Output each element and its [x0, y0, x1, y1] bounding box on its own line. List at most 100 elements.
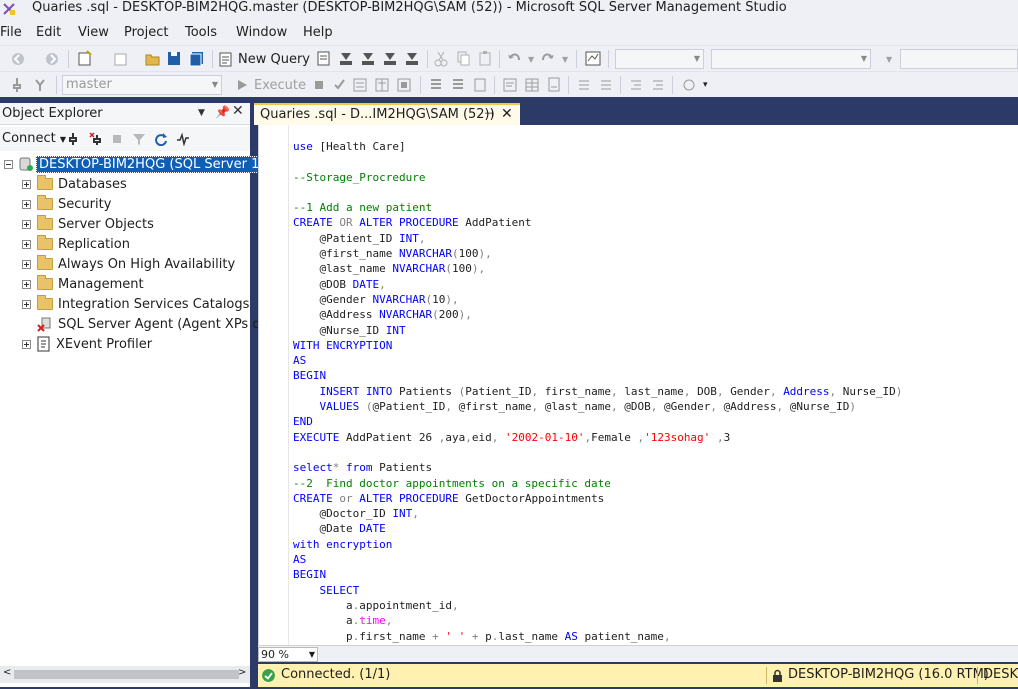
toolbar-dropdown-icon[interactable]: ▼ — [886, 49, 892, 69]
undo-icon[interactable] — [506, 49, 522, 69]
scrollbar-thumb[interactable] — [14, 670, 239, 679]
code-line[interactable]: END — [293, 414, 902, 429]
stop-icon[interactable] — [110, 132, 124, 146]
new-project-icon[interactable] — [76, 49, 94, 69]
tree-node-always-on[interactable]: Always On High Availability — [22, 254, 235, 274]
tree-node-databases[interactable]: Databases — [22, 174, 127, 194]
display-estimated-plan-icon[interactable] — [352, 75, 368, 95]
code-line[interactable]: @Date DATE — [293, 521, 902, 536]
save-icon[interactable] — [166, 49, 182, 69]
comment-out-icon[interactable] — [576, 75, 592, 95]
query-document-tab[interactable]: Quaries .sql - D...IM2HQG\SAM (52)) ⊣ ✕ — [254, 103, 520, 125]
cut-icon[interactable] — [433, 49, 449, 69]
menu-view[interactable]: View — [78, 24, 109, 42]
results-to-file-icon[interactable] — [546, 75, 562, 95]
ssms-app-icon[interactable] — [2, 2, 16, 16]
change-connection-icon[interactable] — [32, 75, 48, 95]
code-line[interactable]: with encryption — [293, 537, 902, 552]
forward-icon[interactable] — [44, 49, 60, 69]
code-line[interactable]: --2 Find doctor appointments on a specif… — [293, 476, 902, 491]
code-line[interactable]: select* from Patients — [293, 460, 902, 475]
live-query-stats-icon[interactable] — [450, 75, 466, 95]
parse-icon[interactable] — [332, 75, 346, 95]
code-line[interactable]: VALUES (@Patient_ID, @first_name, @last_… — [293, 399, 902, 414]
include-actual-plan-icon[interactable] — [428, 75, 444, 95]
menu-help[interactable]: Help — [303, 24, 333, 42]
open-file-icon[interactable] — [144, 49, 162, 69]
uncomment-icon[interactable] — [598, 75, 614, 95]
code-line[interactable] — [293, 154, 902, 169]
code-line[interactable]: INSERT INTO Patients (Patient_ID, first_… — [293, 384, 903, 399]
tree-node-replication[interactable]: Replication — [22, 234, 130, 254]
refresh-icon[interactable] — [154, 132, 168, 146]
code-line[interactable]: a.appointment_id, — [293, 598, 902, 613]
back-icon[interactable] — [10, 49, 26, 69]
code-line[interactable]: @Patient_ID INT, — [293, 231, 902, 246]
mdx-query-icon[interactable] — [337, 49, 355, 69]
code-line[interactable]: BEGIN — [293, 567, 902, 582]
close-icon[interactable]: ✕ — [232, 103, 244, 119]
code-line[interactable]: @first_name NVARCHAR(100), — [293, 246, 902, 261]
expand-icon[interactable] — [22, 199, 31, 209]
connect-object-explorer-icon[interactable] — [66, 132, 80, 146]
code-line[interactable]: WITH ENCRYPTION — [293, 338, 902, 353]
undo-dropdown-icon[interactable]: ▼ — [528, 49, 534, 69]
redo-icon[interactable] — [540, 49, 556, 69]
expand-icon[interactable] — [22, 179, 31, 189]
code-line[interactable]: p.first_name + ' ' + p.last_name AS pati… — [293, 629, 902, 644]
specify-template-values-icon[interactable] — [680, 75, 698, 95]
tree-node-integration-services[interactable]: Integration Services Catalogs — [22, 294, 249, 314]
horizontal-scrollbar[interactable]: < > — [0, 666, 250, 683]
code-line[interactable]: @Doctor_ID INT, — [293, 506, 902, 521]
pin-tab-icon[interactable]: ⊣ — [484, 107, 494, 120]
tree-node-server-objects[interactable]: Server Objects — [22, 214, 154, 234]
decrease-indent-icon[interactable] — [628, 75, 644, 95]
toolbar-overflow-icon[interactable]: ▾ — [703, 75, 708, 95]
code-line[interactable]: CREATE or ALTER PROCEDURE GetDoctorAppoi… — [293, 491, 902, 506]
menu-file[interactable]: File — [0, 24, 22, 42]
tree-node-server[interactable]: DESKTOP-BIM2HQG (SQL Server 16. — [4, 154, 275, 174]
code-line[interactable]: @Gender NVARCHAR(10), — [293, 292, 902, 307]
execute-button[interactable]: Execute — [234, 75, 306, 95]
copy-icon[interactable] — [455, 49, 471, 69]
code-line[interactable] — [293, 445, 902, 460]
connect-icon[interactable] — [10, 75, 24, 95]
scroll-right-icon[interactable]: > — [238, 667, 246, 678]
increase-indent-icon[interactable] — [650, 75, 666, 95]
tree-node-xevent-profiler[interactable]: XEvent Profiler — [22, 334, 152, 354]
database-engine-query-icon[interactable] — [315, 49, 333, 69]
code-line[interactable]: EXECUTE AddPatient 26 ,aya,eid, '2002-01… — [293, 430, 902, 445]
add-item-icon[interactable] — [112, 49, 130, 69]
code-line[interactable]: AS — [293, 353, 902, 368]
dax-query-icon[interactable] — [403, 49, 421, 69]
collapse-icon[interactable] — [4, 159, 13, 169]
solution-configuration-select[interactable]: ▼ — [615, 49, 704, 69]
paste-icon[interactable] — [477, 49, 493, 69]
code-line[interactable]: a.time, — [293, 613, 902, 628]
code-line[interactable]: --1 Add a new patient — [293, 200, 902, 215]
code-line[interactable]: use [Health Care] — [293, 139, 902, 154]
expand-icon[interactable] — [22, 339, 31, 349]
code-line[interactable]: CREATE OR ALTER PROCEDURE AddPatient — [293, 215, 902, 230]
activity-monitor-icon[interactable] — [584, 49, 602, 69]
code-line[interactable]: @DOB DATE, — [293, 277, 902, 292]
available-databases-select[interactable]: master ▼ — [62, 75, 222, 95]
tree-node-management[interactable]: Management — [22, 274, 144, 294]
redo-dropdown-icon[interactable]: ▼ — [562, 49, 568, 69]
scroll-left-icon[interactable]: < — [3, 667, 11, 678]
code-area[interactable]: use [Health Care] --Storage_Procredure -… — [293, 139, 902, 644]
expand-icon[interactable] — [22, 219, 31, 229]
query-options-icon[interactable] — [374, 75, 390, 95]
results-to-text-icon[interactable] — [502, 75, 518, 95]
intellisense-icon[interactable] — [396, 75, 412, 95]
dmx-query-icon[interactable] — [359, 49, 377, 69]
tree-node-security[interactable]: Security — [22, 194, 111, 214]
menu-window[interactable]: Window — [236, 24, 287, 42]
solution-platform-select[interactable]: ▼ — [711, 49, 871, 69]
menu-project[interactable]: Project — [124, 24, 168, 42]
close-tab-icon[interactable]: ✕ — [501, 106, 513, 122]
expand-icon[interactable] — [22, 299, 31, 309]
code-line[interactable]: @Address NVARCHAR(200), — [293, 307, 902, 322]
code-line[interactable]: @last_name NVARCHAR(100), — [293, 261, 902, 276]
new-query-button[interactable]: New Query — [218, 49, 310, 69]
